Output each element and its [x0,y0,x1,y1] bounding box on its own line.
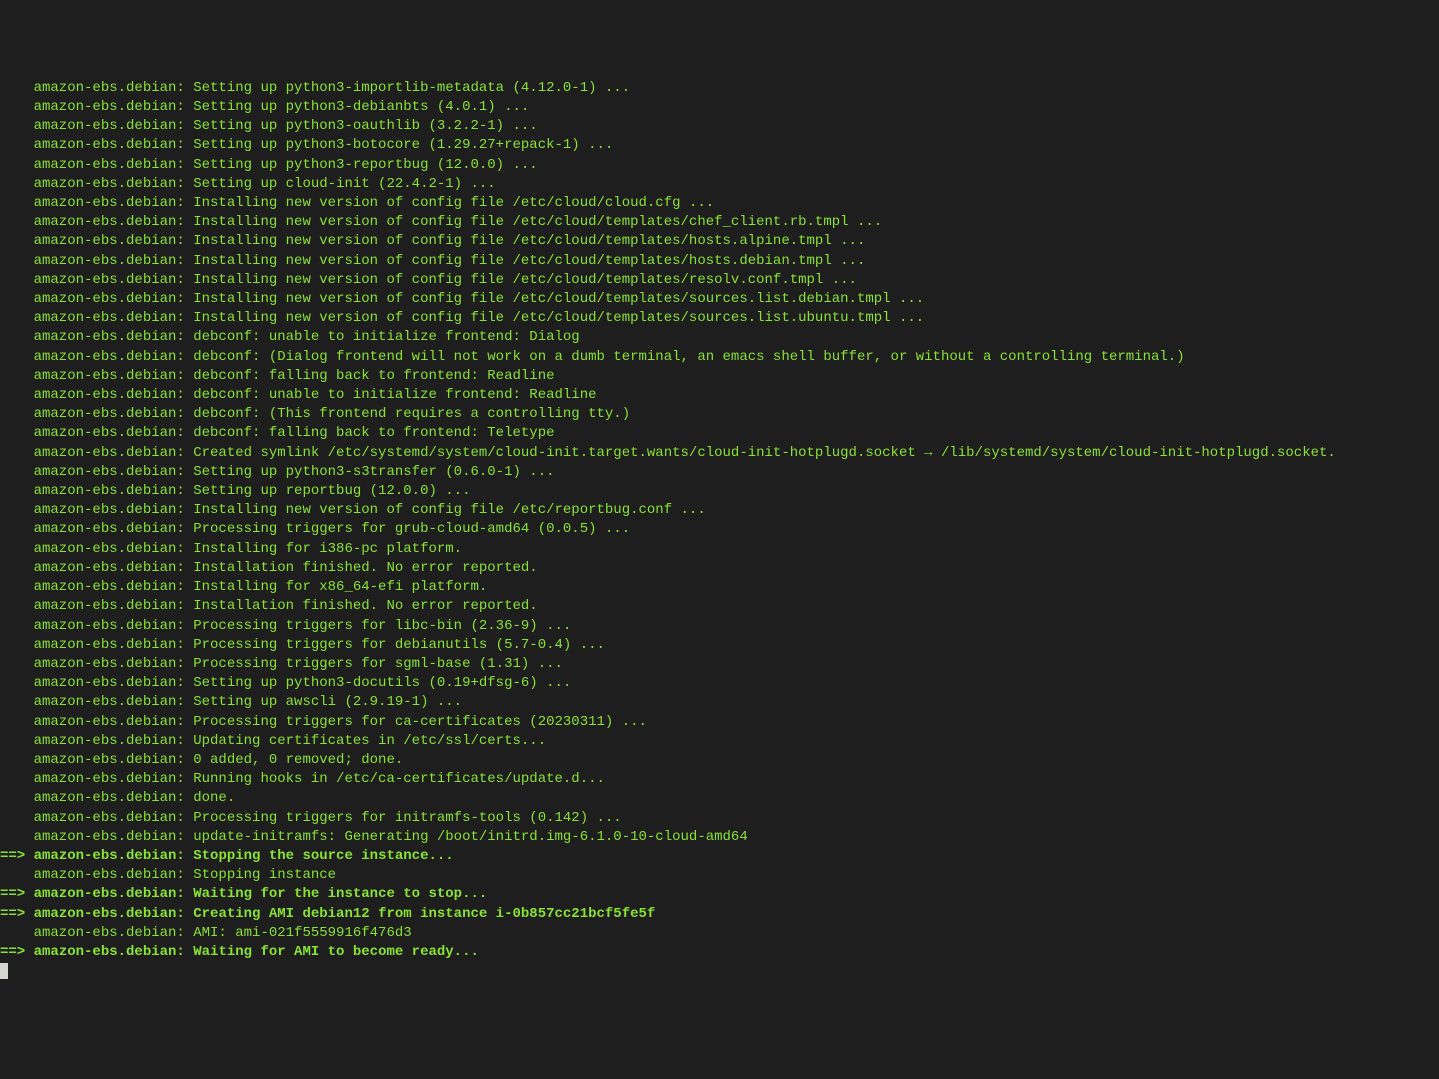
cursor-line [0,962,1439,981]
log-line: amazon-ebs.debian: Setting up python3-s3… [0,464,555,480]
terminal-line: amazon-ebs.debian: Installing new versio… [0,194,1439,213]
terminal-output[interactable]: amazon-ebs.debian: Setting up python3-im… [0,79,1439,982]
terminal-line: amazon-ebs.debian: debconf: unable to in… [0,328,1439,347]
status-message: amazon-ebs.debian: Creating AMI debian12… [34,906,656,922]
log-line: amazon-ebs.debian: Installing new versio… [0,502,706,518]
terminal-line: ==> amazon-ebs.debian: Stopping the sour… [0,847,1439,866]
log-line: amazon-ebs.debian: Setting up python3-im… [0,80,630,96]
terminal-line: amazon-ebs.debian: debconf: falling back… [0,367,1439,386]
log-line: amazon-ebs.debian: Setting up cloud-init… [0,176,496,192]
log-line: amazon-ebs.debian: Installing new versio… [0,253,865,269]
terminal-line: amazon-ebs.debian: Installing new versio… [0,271,1439,290]
log-line: amazon-ebs.debian: Installing new versio… [0,214,882,230]
status-message: amazon-ebs.debian: Stopping the source i… [34,848,454,864]
terminal-line: amazon-ebs.debian: Installation finished… [0,597,1439,616]
status-arrow: ==> [0,886,34,902]
log-line: amazon-ebs.debian: debconf: unable to in… [0,329,580,345]
terminal-line: amazon-ebs.debian: Processing triggers f… [0,520,1439,539]
log-line: amazon-ebs.debian: Processing triggers f… [0,637,605,653]
log-line: amazon-ebs.debian: update-initramfs: Gen… [0,829,748,845]
log-line: amazon-ebs.debian: debconf: unable to in… [0,387,597,403]
terminal-line: amazon-ebs.debian: Setting up python3-oa… [0,117,1439,136]
terminal-line: amazon-ebs.debian: Processing triggers f… [0,713,1439,732]
log-line: amazon-ebs.debian: Setting up awscli (2.… [0,694,462,710]
log-line: amazon-ebs.debian: debconf: falling back… [0,368,555,384]
terminal-line: amazon-ebs.debian: Installing new versio… [0,232,1439,251]
terminal-line: amazon-ebs.debian: Processing triggers f… [0,617,1439,636]
terminal-line: amazon-ebs.debian: Created symlink /etc/… [0,444,1439,463]
log-line: amazon-ebs.debian: Created symlink /etc/… [0,445,1336,461]
terminal-line: ==> amazon-ebs.debian: Waiting for the i… [0,885,1439,904]
log-line: amazon-ebs.debian: Installing new versio… [0,272,857,288]
terminal-line: amazon-ebs.debian: Setting up python3-im… [0,79,1439,98]
terminal-line: amazon-ebs.debian: Updating certificates… [0,732,1439,751]
terminal-line: ==> amazon-ebs.debian: Waiting for AMI t… [0,943,1439,962]
log-line: amazon-ebs.debian: Running hooks in /etc… [0,771,605,787]
log-line: amazon-ebs.debian: Installation finished… [0,560,538,576]
log-line: amazon-ebs.debian: Processing triggers f… [0,521,630,537]
terminal-line: amazon-ebs.debian: Setting up reportbug … [0,482,1439,501]
log-line: amazon-ebs.debian: Installing new versio… [0,291,924,307]
terminal-line: amazon-ebs.debian: Setting up cloud-init… [0,175,1439,194]
terminal-line: ==> amazon-ebs.debian: Creating AMI debi… [0,905,1439,924]
terminal-line: amazon-ebs.debian: Setting up python3-re… [0,156,1439,175]
log-line: amazon-ebs.debian: AMI: ami-021f5559916f… [0,925,412,941]
terminal-line: amazon-ebs.debian: Installing new versio… [0,501,1439,520]
log-line: amazon-ebs.debian: Installation finished… [0,598,538,614]
log-line: amazon-ebs.debian: debconf: (Dialog fron… [0,349,1185,365]
log-line: amazon-ebs.debian: Processing triggers f… [0,656,563,672]
terminal-line: amazon-ebs.debian: debconf: unable to in… [0,386,1439,405]
status-arrow: ==> [0,944,34,960]
log-line: amazon-ebs.debian: Setting up python3-do… [0,675,571,691]
log-line: amazon-ebs.debian: done. [0,790,235,806]
terminal-line: amazon-ebs.debian: Installing new versio… [0,290,1439,309]
terminal-line: amazon-ebs.debian: debconf: (Dialog fron… [0,348,1439,367]
terminal-line: amazon-ebs.debian: Installing new versio… [0,213,1439,232]
terminal-line: amazon-ebs.debian: Setting up python3-do… [0,674,1439,693]
terminal-line: amazon-ebs.debian: debconf: (This fronte… [0,405,1439,424]
terminal-line: amazon-ebs.debian: Setting up python3-s3… [0,463,1439,482]
log-line: amazon-ebs.debian: Processing triggers f… [0,810,622,826]
terminal-line: amazon-ebs.debian: Setting up awscli (2.… [0,693,1439,712]
log-line: amazon-ebs.debian: Processing triggers f… [0,714,647,730]
log-line: amazon-ebs.debian: debconf: falling back… [0,425,555,441]
terminal-line: amazon-ebs.debian: Processing triggers f… [0,636,1439,655]
log-line: amazon-ebs.debian: Setting up python3-oa… [0,118,538,134]
terminal-line: amazon-ebs.debian: AMI: ami-021f5559916f… [0,924,1439,943]
log-line: amazon-ebs.debian: Setting up python3-re… [0,157,538,173]
log-line: amazon-ebs.debian: Updating certificates… [0,733,546,749]
log-line: amazon-ebs.debian: Stopping instance [0,867,336,883]
terminal-line: amazon-ebs.debian: done. [0,789,1439,808]
log-line: amazon-ebs.debian: 0 added, 0 removed; d… [0,752,403,768]
log-line: amazon-ebs.debian: Installing new versio… [0,233,865,249]
terminal-line: amazon-ebs.debian: debconf: falling back… [0,424,1439,443]
log-line: amazon-ebs.debian: Setting up python3-de… [0,99,529,115]
status-arrow: ==> [0,906,34,922]
log-line: amazon-ebs.debian: Setting up reportbug … [0,483,470,499]
terminal-line: amazon-ebs.debian: Stopping instance [0,866,1439,885]
terminal-line: amazon-ebs.debian: Installation finished… [0,559,1439,578]
terminal-cursor [0,963,8,979]
log-line: amazon-ebs.debian: Installing new versio… [0,310,924,326]
terminal-line: amazon-ebs.debian: Processing triggers f… [0,655,1439,674]
terminal-line: amazon-ebs.debian: Installing for i386-p… [0,540,1439,559]
log-line: amazon-ebs.debian: Setting up python3-bo… [0,137,613,153]
terminal-line: amazon-ebs.debian: Processing triggers f… [0,809,1439,828]
terminal-line: amazon-ebs.debian: update-initramfs: Gen… [0,828,1439,847]
terminal-line: amazon-ebs.debian: Installing for x86_64… [0,578,1439,597]
log-line: amazon-ebs.debian: Installing new versio… [0,195,714,211]
status-message: amazon-ebs.debian: Waiting for AMI to be… [34,944,479,960]
terminal-line: amazon-ebs.debian: Installing new versio… [0,252,1439,271]
terminal-line: amazon-ebs.debian: Setting up python3-de… [0,98,1439,117]
log-line: amazon-ebs.debian: Installing for x86_64… [0,579,487,595]
terminal-line: amazon-ebs.debian: Installing new versio… [0,309,1439,328]
status-message: amazon-ebs.debian: Waiting for the insta… [34,886,488,902]
terminal-line: amazon-ebs.debian: Setting up python3-bo… [0,136,1439,155]
status-arrow: ==> [0,848,34,864]
terminal-line: amazon-ebs.debian: Running hooks in /etc… [0,770,1439,789]
log-line: amazon-ebs.debian: Processing triggers f… [0,618,571,634]
log-line: amazon-ebs.debian: Installing for i386-p… [0,541,462,557]
terminal-line: amazon-ebs.debian: 0 added, 0 removed; d… [0,751,1439,770]
log-line: amazon-ebs.debian: debconf: (This fronte… [0,406,630,422]
